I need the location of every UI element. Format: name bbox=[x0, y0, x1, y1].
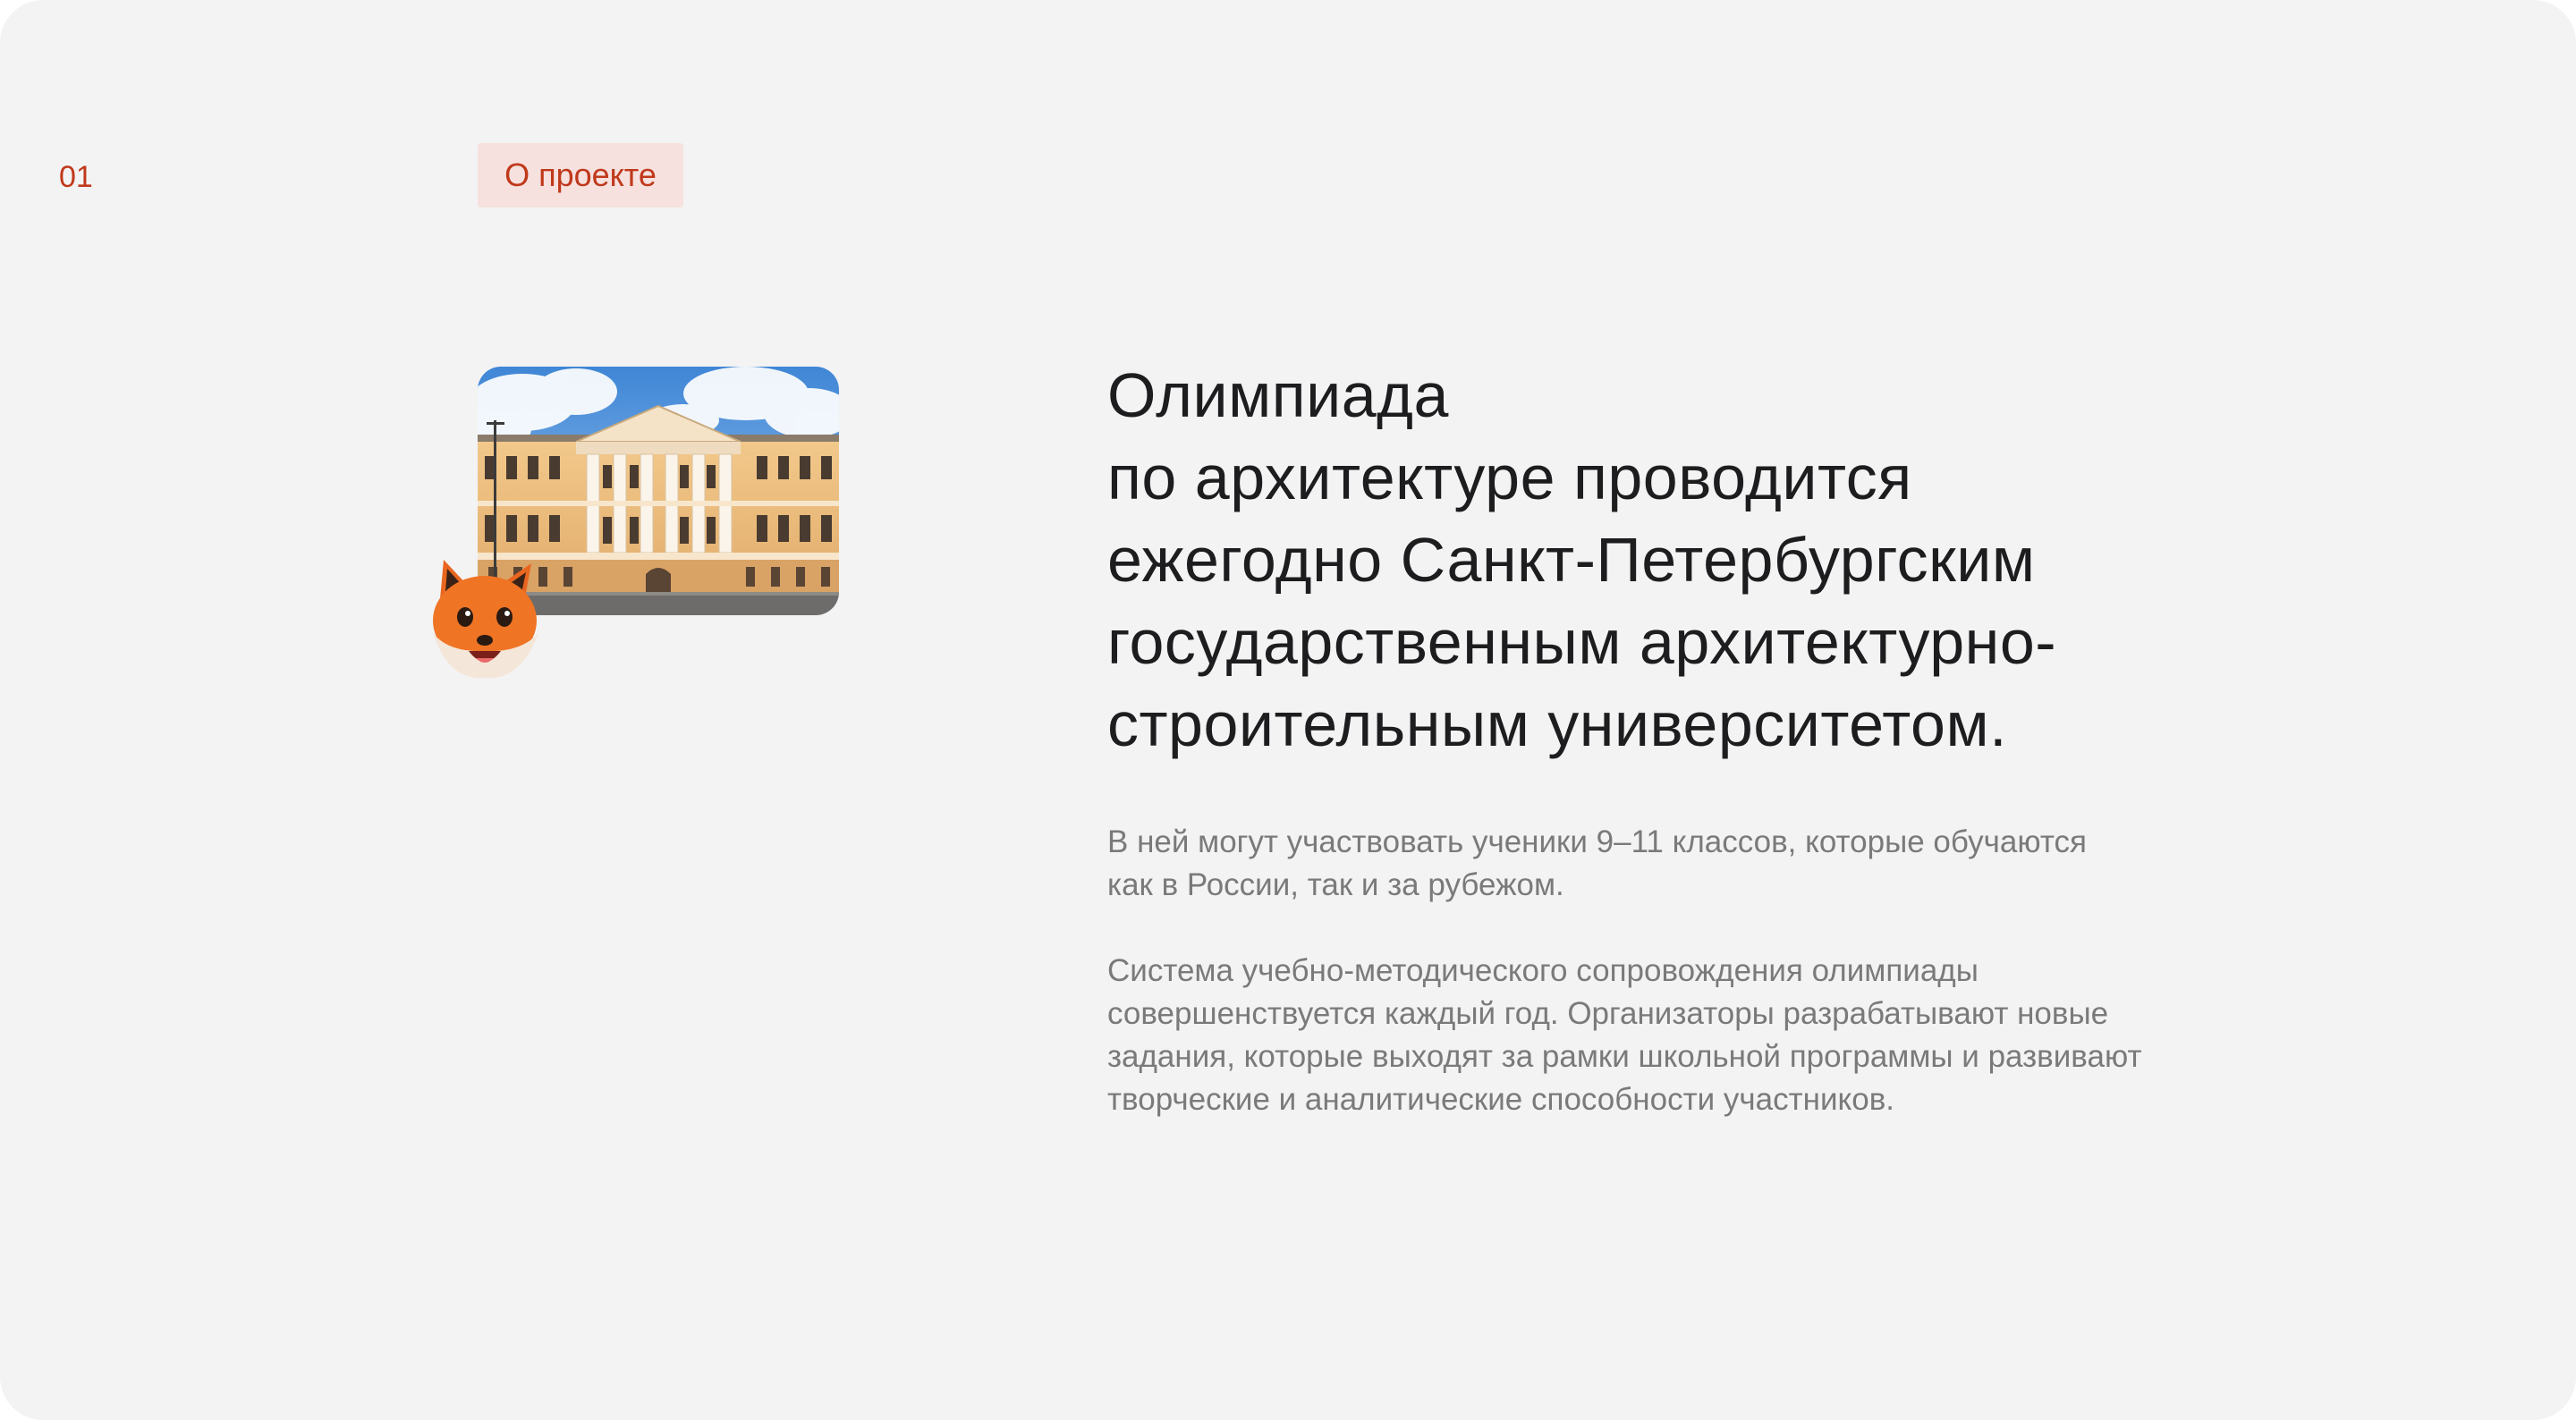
participants-paragraph: В ней могут участвовать ученики 9–11 кла… bbox=[1107, 821, 2270, 907]
heading-line: строительным университетом. bbox=[1107, 689, 2008, 759]
section-number: 01 bbox=[59, 160, 93, 194]
about-section: 01 О проекте Олимпиада по архитектуре пр… bbox=[0, 0, 2576, 1420]
heading-line: ежегодно Санкт-Петербургским bbox=[1107, 525, 2036, 595]
paragraph-line: задания, которые выходят за рамки школьн… bbox=[1107, 1039, 2142, 1074]
paragraph-line: творческие и аналитические способности у… bbox=[1107, 1082, 1895, 1117]
paragraph-line: Система учебно-методического сопровожден… bbox=[1107, 953, 1979, 988]
paragraph-line: совершенствуется каждый год. Организатор… bbox=[1107, 996, 2109, 1031]
paragraph-line: В ней могут участвовать ученики 9–11 кла… bbox=[1107, 824, 2087, 859]
fox-mascot-icon bbox=[413, 547, 556, 690]
heading-line: государственным архитектурно- bbox=[1107, 607, 2057, 677]
heading-line: по архитектуре проводится bbox=[1107, 443, 1912, 512]
methodology-paragraph: Система учебно-методического сопровожден… bbox=[1107, 950, 2270, 1121]
heading-line: Олимпиада bbox=[1107, 360, 1449, 430]
section-tag: О проекте bbox=[478, 143, 683, 207]
paragraph-line: как в России, так и за рубежом. bbox=[1107, 867, 1564, 902]
about-heading: Олимпиада по архитектуре проводится ежег… bbox=[1107, 354, 2270, 765]
